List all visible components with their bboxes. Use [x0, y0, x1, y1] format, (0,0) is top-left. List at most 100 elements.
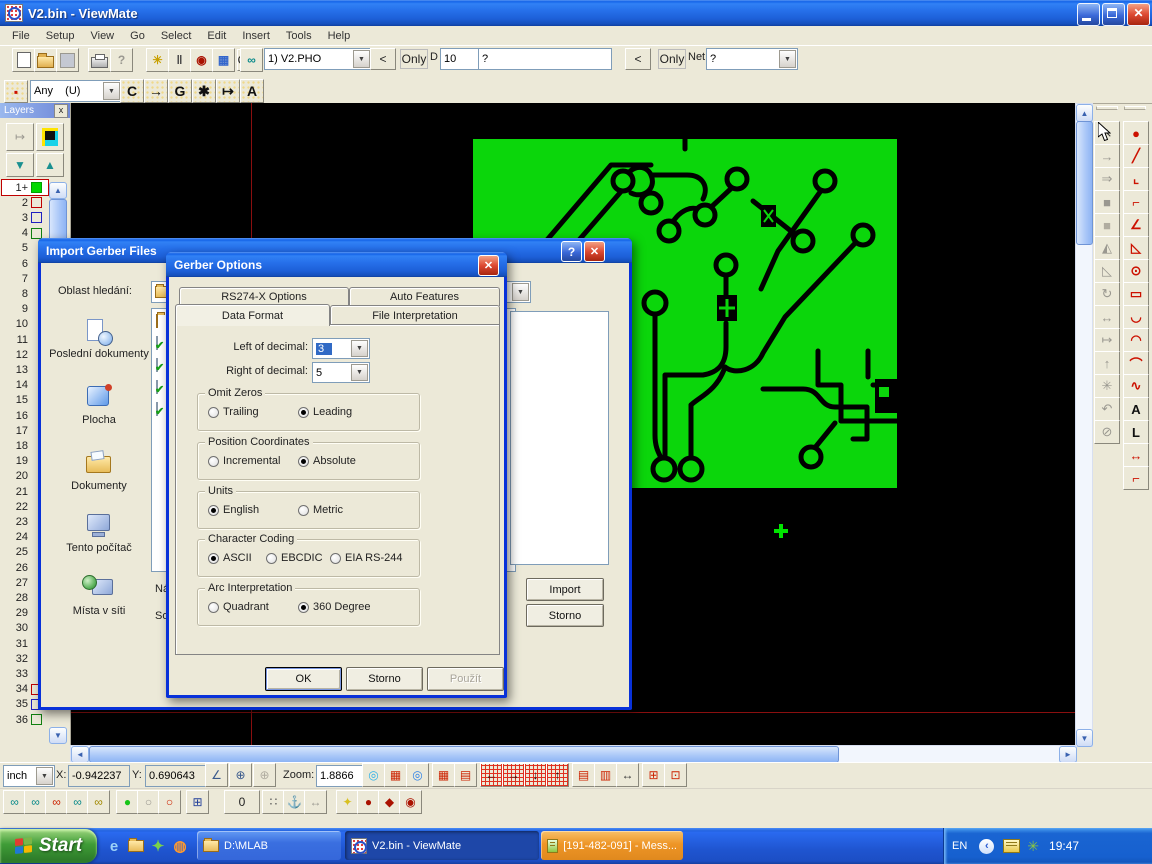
dcode-filter-input[interactable]: ? [478, 48, 612, 70]
draw-triangle-icon[interactable]: ◺ [1123, 236, 1149, 260]
radio-quadrant[interactable]: Quadrant [208, 601, 269, 613]
radio-incremental[interactable]: Incremental [208, 455, 280, 467]
layers-scroll-down-icon[interactable]: ▼ [49, 727, 67, 744]
layer-insert-icon[interactable]: ↦ [6, 123, 34, 151]
pan-right-icon[interactable]: → [502, 763, 525, 787]
radio-ebcdic[interactable]: EBCDIC [266, 552, 323, 564]
palette-grip[interactable] [1124, 106, 1146, 110]
firefox-icon[interactable]: ◍ [170, 836, 190, 856]
cancel-button[interactable]: Storno [526, 604, 604, 627]
open-file-icon[interactable] [34, 48, 57, 72]
scroll-left-icon[interactable]: ◄ [71, 746, 89, 763]
menu-help[interactable]: Help [320, 28, 359, 44]
net-combo[interactable]: ? ▼ [706, 48, 798, 70]
dcode-g-mode-button[interactable]: G [168, 79, 192, 103]
highlight-traffic-light-icon[interactable]: ● [116, 790, 139, 814]
scale-icon[interactable]: ↔ [1094, 305, 1120, 329]
place-my-computer[interactable]: Tento počítač [49, 512, 149, 554]
radio-leading[interactable]: Leading [298, 406, 352, 418]
layer-row-3[interactable]: 3 [2, 210, 48, 225]
radio-eia-rs-244[interactable]: EIA RS-244 [330, 552, 402, 564]
folder-icon[interactable] [156, 315, 158, 327]
tab-file-interpretation[interactable]: File Interpretation [330, 305, 500, 325]
measure-tools-icon[interactable]: ‖ [168, 48, 191, 72]
aperture-square-icon[interactable]: ■ [1094, 190, 1120, 214]
grid-points-icon[interactable]: ∷ [262, 790, 285, 814]
draw-notch-icon[interactable]: ⌐ [1123, 466, 1149, 490]
view-next-icon[interactable]: ▥ [594, 763, 617, 787]
scroll-right-icon[interactable]: ► [1059, 746, 1077, 763]
zoom-out-step-icon[interactable]: ↑ [546, 763, 569, 787]
chevron-down-icon[interactable]: ▼ [353, 50, 370, 68]
menu-go[interactable]: Go [122, 28, 153, 44]
chevron-down-icon[interactable]: ▼ [512, 283, 529, 301]
dcode-input[interactable]: 10 [440, 48, 482, 70]
zoom-value[interactable]: 1.8866 [316, 765, 366, 787]
select-poly-icon[interactable]: ◆ [378, 790, 401, 814]
place-recent-documents[interactable]: Poslední dokumenty [49, 318, 149, 360]
minimize-button[interactable] [1077, 3, 1100, 26]
flash-mode-button[interactable]: ✱ [192, 79, 216, 103]
draw-line-icon[interactable]: ╱ [1123, 144, 1149, 168]
copy-multiple-icon[interactable]: ⇒ [1094, 167, 1120, 191]
label-tool-icon[interactable]: L [1123, 420, 1149, 444]
draw-arc-icon[interactable]: ◠ [1123, 328, 1149, 352]
draw-circle-icon[interactable]: ⊙ [1123, 259, 1149, 283]
transform-settings-icon[interactable]: ✳ [1094, 374, 1120, 398]
start-button[interactable]: Start [0, 829, 97, 863]
chevron-down-icon[interactable]: ▼ [351, 364, 368, 381]
canvas-vscrollbar[interactable]: ▲ ▼ [1075, 103, 1093, 747]
lamp-on-icon[interactable]: ○ [158, 790, 181, 814]
hscroll-thumb[interactable] [89, 746, 839, 763]
goto-arrow-mode-button[interactable]: → [144, 79, 168, 103]
only-dcode-button[interactable]: Only [400, 49, 428, 69]
measure-angle-icon[interactable]: ∠ [205, 763, 228, 787]
right-of-decimal-combo[interactable]: 5 ▼ [312, 362, 370, 383]
dcode-film-icon[interactable]: ◉ [190, 48, 213, 72]
radio-english[interactable]: English [208, 504, 259, 516]
draw-rectangle-icon[interactable]: ▭ [1123, 282, 1149, 306]
left-of-decimal-combo[interactable]: 3 ▼ [312, 338, 370, 359]
radio-trailing[interactable]: Trailing [208, 406, 259, 418]
help-center-icon[interactable]: ✦ [148, 836, 168, 856]
maximize-button[interactable] [1102, 3, 1125, 26]
help-icon[interactable]: ? [561, 241, 582, 262]
viewmate-app-icon[interactable] [5, 4, 23, 22]
any-filter-combo[interactable]: Any (U) ▼ [30, 80, 122, 102]
vscroll-thumb[interactable] [1076, 121, 1093, 245]
close-icon[interactable]: ✕ [478, 255, 499, 276]
select-pad-icon[interactable]: ● [357, 790, 380, 814]
menu-file[interactable]: File [4, 28, 38, 44]
text-mode-button[interactable]: A [240, 79, 264, 103]
zoom-in-icon[interactable]: ◎ [362, 763, 385, 787]
close-icon[interactable]: ✕ [584, 241, 605, 262]
task-explorer-mlab[interactable]: D:\MLAB [197, 831, 341, 860]
gerber-file-checked-icon[interactable] [156, 403, 158, 415]
close-button[interactable] [1127, 3, 1150, 26]
text-tool-icon[interactable]: A [1123, 397, 1149, 421]
task-viewmate[interactable]: V2.bin - ViewMate [345, 831, 539, 860]
copy-move-icon[interactable]: → [1094, 144, 1120, 168]
task-messenger[interactable]: [191-482-091] - Mess... [541, 831, 683, 860]
undo-edit-icon[interactable]: ↶ [1094, 397, 1120, 421]
tray-chevron-icon[interactable]: ‹ [979, 839, 994, 854]
radio-metric[interactable]: Metric [298, 504, 343, 516]
radio-ascii[interactable]: ASCII [208, 552, 252, 564]
place-desktop[interactable]: Plocha [49, 384, 149, 426]
draw-spline-icon[interactable]: ∿ [1123, 374, 1149, 398]
ok-button[interactable]: OK [265, 667, 342, 691]
rotation-counter[interactable]: 0 [224, 790, 260, 814]
apply-button[interactable]: Použít [427, 667, 504, 691]
view-sketch-icon[interactable]: ∞ [66, 790, 89, 814]
chevron-down-icon[interactable]: ▼ [103, 82, 120, 100]
radio-absolute[interactable]: Absolute [298, 455, 356, 467]
aperture-rect-icon[interactable]: ■ [1094, 213, 1120, 237]
place-documents[interactable]: Dokumenty [49, 450, 149, 492]
stretch-icon[interactable]: ↔ [304, 790, 327, 814]
layer-color-swatch[interactable] [31, 714, 42, 725]
redraw-icon[interactable]: ⊡ [664, 763, 687, 787]
chevron-down-icon[interactable]: ▼ [779, 50, 796, 68]
chevron-down-icon[interactable]: ▼ [351, 340, 368, 357]
menu-view[interactable]: View [82, 28, 122, 44]
select-trace-icon[interactable]: ◉ [399, 790, 422, 814]
